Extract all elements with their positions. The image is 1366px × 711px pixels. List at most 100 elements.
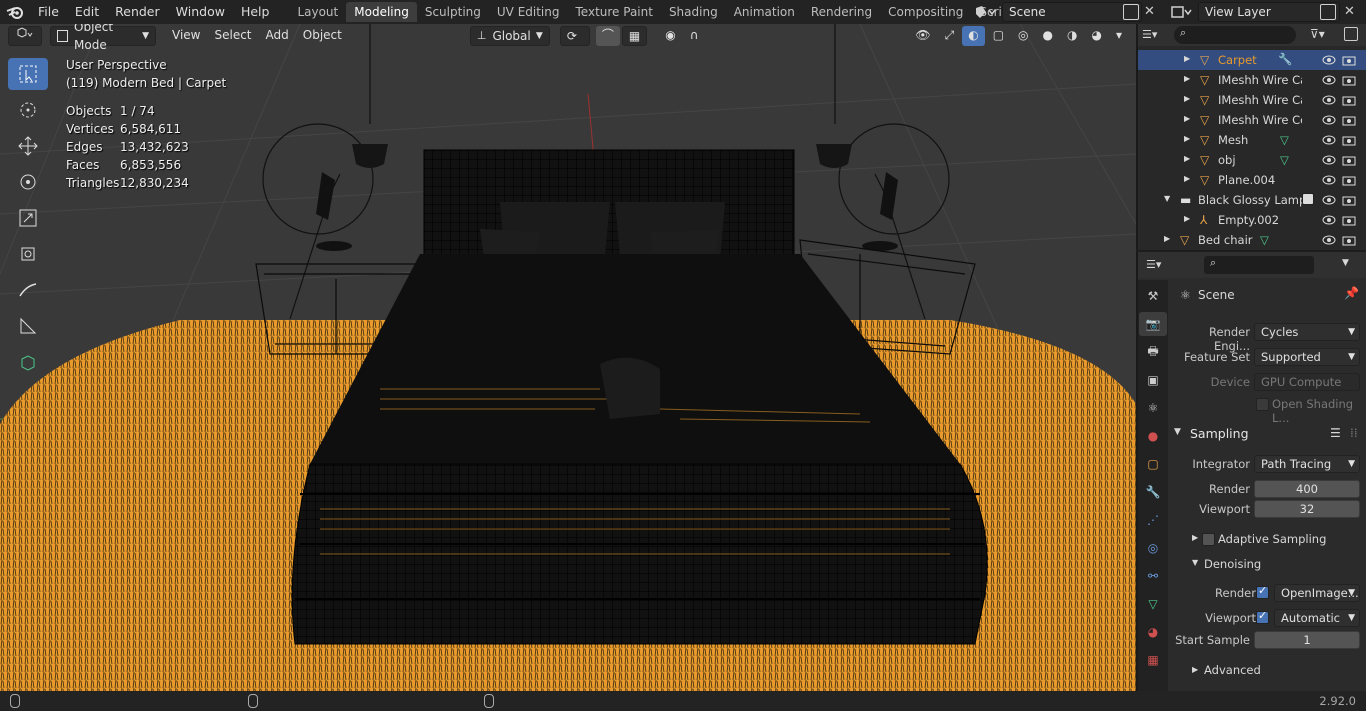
chevron-right-icon[interactable]: ▶ [1184,114,1190,123]
tab-texture-paint[interactable]: Texture Paint [568,2,661,22]
falloff-icon[interactable]: ∩ [684,26,705,46]
visibility-icon[interactable]: 👁 [909,26,936,46]
pivot-point-icon[interactable]: ⟳ [559,26,590,46]
annotate-tool-icon[interactable] [8,274,48,306]
delete-scene-icon[interactable]: ✕ [1144,2,1160,22]
eye-icon[interactable] [1322,173,1336,187]
eye-icon[interactable] [1322,213,1336,227]
menu-render[interactable]: Render [107,0,168,24]
material-properties-icon[interactable]: ◕ [1139,620,1167,644]
scale-tool-icon[interactable] [8,202,48,234]
tab-compositing[interactable]: Compositing [880,2,971,22]
editor-type-icon[interactable]: ☰▾ [1146,258,1161,271]
outliner-row[interactable]: ▼ ▬ Black Glossy Lamp [1138,190,1366,210]
eye-icon[interactable] [1322,133,1336,147]
eye-icon[interactable] [1322,113,1336,127]
chevron-right-icon[interactable]: ▶ [1184,74,1190,83]
menu-help[interactable]: Help [233,0,278,24]
outliner-row[interactable]: ▶ ▽ Mesh ▽ [1138,130,1366,150]
render-samples-field[interactable]: 400 [1254,480,1360,498]
sampling-panel-header[interactable]: ▼ Sampling ☰ ⁞⁞ [1168,424,1366,444]
tab-shading[interactable]: Shading [661,2,726,22]
texture-properties-icon[interactable]: ▦ [1139,648,1167,672]
eye-icon[interactable] [1322,193,1336,207]
tab-rendering[interactable]: Rendering [803,2,880,22]
particle-properties-icon[interactable]: ⋰ [1139,508,1167,532]
snap-target-icon[interactable]: ▦ [621,26,648,46]
outliner-row[interactable]: ▶ ▽ Bed chair ▽ [1138,230,1366,250]
mesh-data-icon[interactable]: ▽ [1260,233,1269,247]
data-properties-icon[interactable]: ▽ [1139,592,1167,616]
overlay-icon[interactable]: ◐ [962,26,985,46]
outliner-row[interactable]: ▶ ⅄ Empty.002 [1138,210,1366,230]
tab-animation[interactable]: Animation [726,2,803,22]
scene-selector[interactable]: Scene [1002,2,1142,22]
3d-viewport[interactable]: Object Mode ▼ View Select Add Object ⊥ G… [0,24,1136,691]
xray-icon[interactable]: ▢ [987,26,1010,46]
chevron-right-icon[interactable]: ▶ [1192,665,1198,674]
chevron-right-icon[interactable]: ▶ [1184,154,1190,163]
editor-type-icon[interactable] [8,26,42,46]
mesh-data-icon[interactable]: ▽ [1280,153,1289,167]
wireframe-shading-icon[interactable]: ◎ [1012,26,1034,46]
mesh-data-icon[interactable]: ▽ [1280,133,1289,147]
chevron-right-icon[interactable]: ▶ [1184,174,1190,183]
shading-options-icon[interactable]: ▾ [1110,26,1128,46]
tab-layout[interactable]: Layout [289,2,346,22]
filter-icon[interactable]: ⊽▾ [1310,27,1325,41]
mode-dropdown[interactable]: Object Mode ▼ [50,24,156,52]
camera-icon[interactable] [1342,93,1356,107]
render-properties-icon[interactable]: 📷 [1139,312,1167,336]
modifier-wrench-icon[interactable]: 🔧 [1278,52,1292,66]
solid-shading-icon[interactable]: ● [1037,26,1059,46]
denoise-render-dropdown[interactable]: OpenImage... ▼ [1274,584,1360,602]
camera-icon[interactable] [1342,173,1356,187]
scene-icon[interactable] [974,4,998,20]
eye-icon[interactable] [1322,233,1336,247]
view-layer-properties-icon[interactable]: ▣ [1139,368,1167,392]
outliner-search-input[interactable]: ⌕ [1174,26,1296,44]
cursor-tool-icon[interactable] [8,94,48,126]
new-view-layer-icon[interactable] [1320,4,1336,20]
chevron-right-icon[interactable]: ▶ [1184,134,1190,143]
chevron-right-icon[interactable]: ▶ [1192,533,1198,542]
render-engine-dropdown[interactable]: Cycles ▼ [1254,323,1360,341]
snap-icon[interactable]: ⌒ [595,26,620,46]
object-properties-icon[interactable]: ▢ [1139,452,1167,476]
chevron-down-icon[interactable]: ▼ [1192,558,1198,567]
world-properties-icon[interactable]: ● [1139,424,1167,448]
tab-modeling[interactable]: Modeling [346,2,417,22]
move-tool-icon[interactable] [8,130,48,162]
outliner-row[interactable]: ▶ ▽ Carpet 🔧 [1138,50,1366,70]
denoise-viewport-dropdown[interactable]: Automatic ▼ [1274,609,1360,627]
camera-icon[interactable] [1342,113,1356,127]
chevron-down-icon[interactable]: ▼ [1342,258,1349,268]
proportional-edit-icon[interactable]: ◉ [659,26,681,46]
view-layer-selector[interactable]: View Layer [1198,2,1340,22]
tool-properties-icon[interactable]: ⚒ [1139,284,1167,308]
denoise-viewport-checkbox[interactable]: ✓ [1256,609,1269,624]
rotate-tool-icon[interactable] [8,166,48,198]
rendered-shading-icon[interactable]: ◕ [1085,26,1107,46]
outliner-row[interactable]: ▶ ▽ IMeshh Wire Cc [1138,110,1366,130]
measure-tool-icon[interactable] [8,310,48,342]
open-shading-checkbox[interactable] [1256,398,1269,411]
tab-uv-editing[interactable]: UV Editing [489,2,568,22]
physics-properties-icon[interactable]: ◎ [1139,536,1167,560]
menu-window[interactable]: Window [168,0,233,24]
tab-sculpting[interactable]: Sculpting [417,2,489,22]
pin-icon[interactable]: 📌 [1344,286,1359,300]
camera-icon[interactable] [1342,193,1356,207]
eye-icon[interactable] [1322,73,1336,87]
new-collection-icon[interactable] [1344,27,1358,41]
menu-edit[interactable]: Edit [67,0,107,24]
view-layer-icon[interactable] [1170,4,1194,20]
add-menu[interactable]: Add [260,26,295,46]
adaptive-sampling-checkbox[interactable] [1202,533,1215,546]
transform-orientation-dropdown[interactable]: ⊥ Global ▼ [469,26,550,46]
constraint-properties-icon[interactable]: ⚯ [1139,564,1167,588]
chevron-right-icon[interactable]: ▶ [1184,214,1190,223]
outliner-row[interactable]: ▶ ▽ obj ▽ [1138,150,1366,170]
list-icon[interactable]: ☰ [1330,426,1341,440]
new-scene-icon[interactable] [1123,4,1139,20]
